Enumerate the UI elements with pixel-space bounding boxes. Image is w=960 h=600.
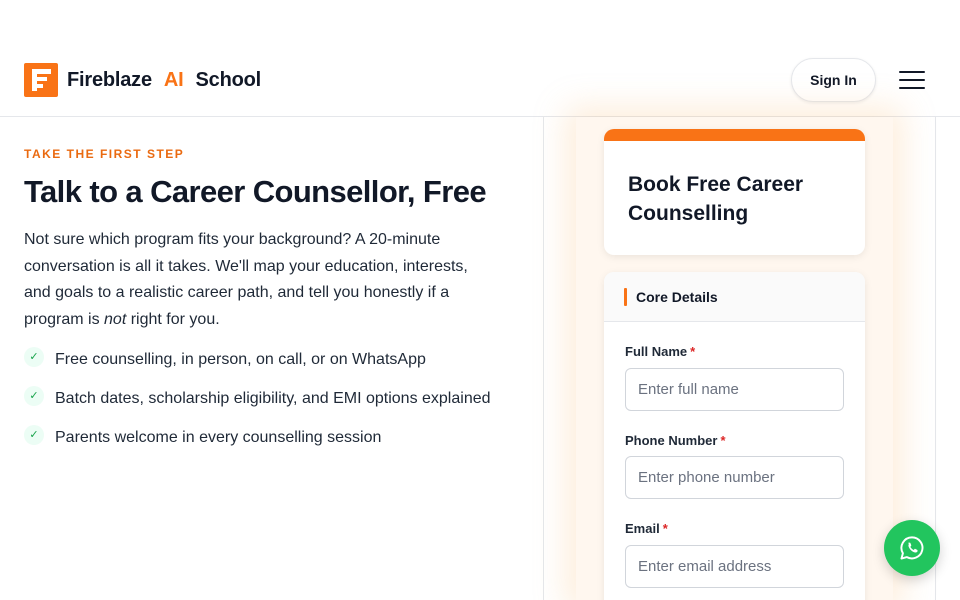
benefit-item: ✓ Parents welcome in every counselling se…: [24, 425, 494, 451]
email-input[interactable]: Enter email address: [625, 545, 844, 588]
benefit-item: ✓ Batch dates, scholarship eligibility, a…: [24, 386, 494, 412]
eyebrow-label: TAKE THE FIRST STEP: [24, 147, 185, 161]
phone-number-input[interactable]: Enter phone number: [625, 456, 844, 499]
check-icon: ✓: [24, 386, 44, 406]
booking-card-header: Book Free Career Counselling: [604, 129, 865, 255]
sign-in-button[interactable]: Sign In: [791, 58, 876, 102]
email-label: Email *: [625, 521, 668, 536]
site-header: Fireblaze AI School Sign In: [0, 0, 960, 117]
section-accent-bar: [624, 288, 627, 306]
brand-school: School: [195, 68, 262, 91]
whatsapp-icon: [900, 536, 924, 560]
page-title: Talk to a Career Counsellor, Free: [24, 174, 487, 209]
brand-logo-link[interactable]: Fireblaze AI School: [24, 63, 261, 97]
intro-paragraph: Not sure which program fits your backgro…: [24, 231, 468, 328]
form-section-header: Core Details: [604, 272, 865, 322]
booking-card-title: Book Free Career Counselling: [628, 173, 804, 225]
brand-name: Fireblaze AI School: [67, 68, 262, 91]
benefit-list: ✓ Free counselling, in person, on call, o…: [24, 347, 494, 464]
benefit-item: ✓ Free counselling, in person, on call, o…: [24, 347, 494, 373]
hamburger-menu-icon[interactable]: [899, 70, 925, 90]
full-name-input[interactable]: Enter full name: [625, 368, 844, 411]
intro-emphasis: not: [104, 310, 127, 328]
counselling-form: Core Details Full Name * Enter full name …: [604, 272, 865, 600]
logo-icon: [24, 63, 58, 97]
full-name-label: Full Name *: [625, 344, 696, 359]
phone-number-label: Phone Number *: [625, 433, 726, 448]
check-icon: ✓: [24, 347, 44, 367]
check-icon: ✓: [24, 425, 44, 445]
whatsapp-chat-button[interactable]: [884, 520, 940, 576]
section-title: Core Details: [636, 289, 718, 305]
brand-ai: AI: [163, 68, 184, 91]
